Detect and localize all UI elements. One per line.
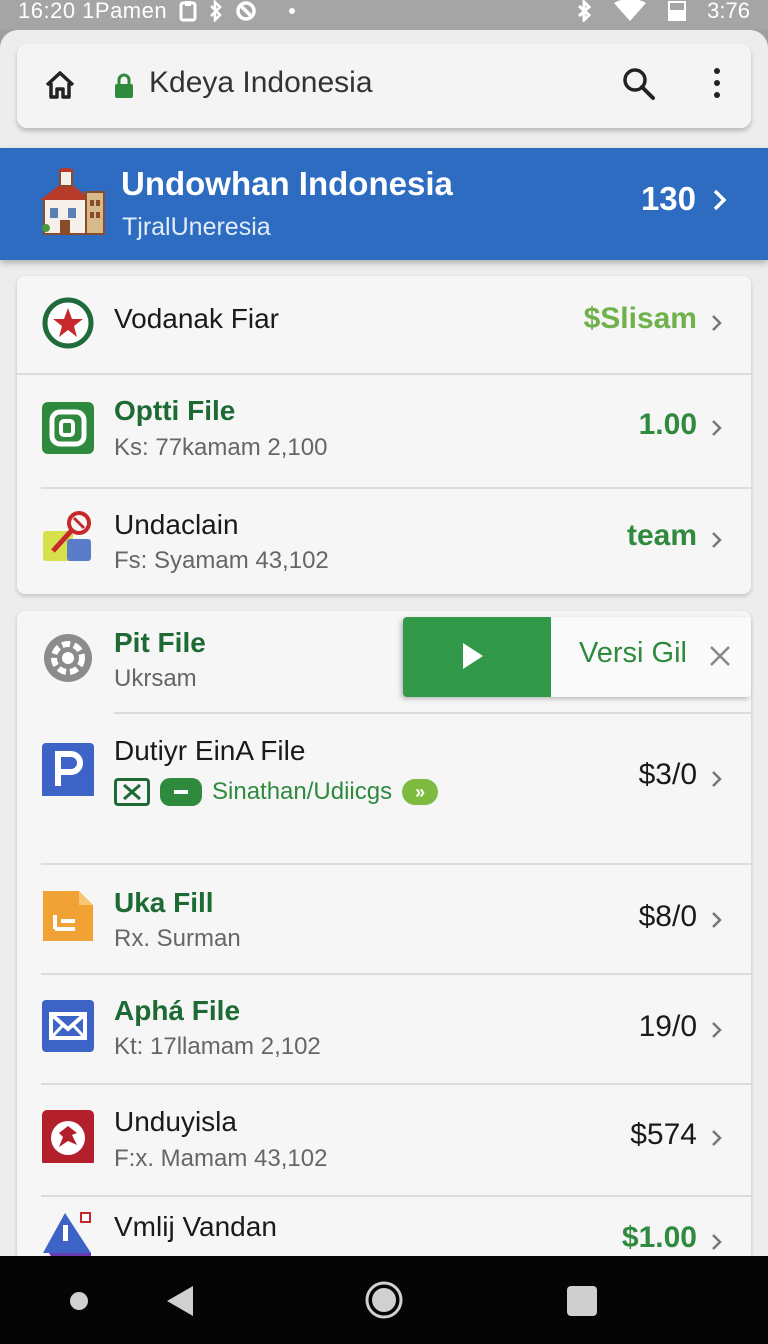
gear-icon (44, 634, 92, 682)
red-badge-icon (42, 1110, 94, 1163)
item-title: Undaclain (114, 509, 239, 540)
banner-subtitle: TjralUneresia (122, 213, 271, 241)
list-item[interactable]: Dutiyr EinA File Sinathan/Udiicgs » $3/0 (17, 714, 751, 832)
version-label[interactable]: Versi Gil (579, 637, 687, 670)
item-title: Pit File (114, 627, 206, 658)
close-icon[interactable] (709, 645, 731, 667)
swipe-action-panel: Versi Gil (403, 617, 751, 697)
key-icon (43, 511, 91, 561)
item-title: Dutiyr EinA File (114, 735, 306, 766)
header-banner[interactable]: Undowhan Indonesia TjralUneresia 130 (0, 148, 768, 260)
bluetooth-icon (578, 0, 592, 22)
document-icon (43, 891, 93, 941)
green-square-icon (42, 402, 94, 454)
list-item[interactable]: Uka Fill Rx. Surman $8/0 (17, 865, 751, 973)
chevron-right-icon[interactable] (712, 188, 728, 212)
item-subtitle: F:x. Mamam 43,102 (114, 1145, 328, 1172)
blocked-icon (236, 1, 256, 21)
fast-forward-icon[interactable]: » (402, 779, 439, 805)
chevron-right-icon (712, 912, 722, 928)
lock-icon (115, 73, 133, 98)
address-title[interactable]: Kdeya Indonesia (149, 66, 373, 100)
chevron-right-icon (712, 1022, 722, 1038)
system-navigation-bar (0, 1256, 768, 1344)
chevron-right-icon (712, 1130, 722, 1146)
card-primary-list: Vodanak Fiar $Slisam Optti File Ks: 77ka… (17, 276, 751, 594)
chevron-right-icon (712, 532, 722, 548)
search-icon[interactable] (621, 66, 657, 102)
item-subtitle: Ukrsam (114, 665, 197, 692)
swiped-list-item[interactable]: Pit File Ukrsam Versi Gil (17, 611, 751, 713)
item-value: 1.00 (638, 408, 697, 441)
banner-title: Undowhan Indonesia (121, 165, 453, 202)
wifi-icon (614, 0, 647, 21)
status-dot-icon (289, 8, 296, 14)
item-subtitle: Fs: Syamam 43,102 (114, 547, 329, 574)
tag-group: Sinathan/Udiicgs » (114, 778, 439, 806)
tag-text: Sinathan/Udiicgs (212, 778, 393, 805)
list-item[interactable]: Optti File Ks: 77kamam 2,100 1.00 (17, 375, 751, 487)
card-file-list: Pit File Ukrsam Versi Gil Dutiyr EinA Fi… (17, 611, 751, 1256)
mail-icon (42, 1000, 94, 1052)
item-title: Vmlij Vandan (114, 1211, 277, 1242)
banner-count: 130 (640, 180, 696, 217)
status-clock: 3:76 (707, 0, 750, 23)
battery-icon (668, 1, 687, 21)
item-title: Vodanak Fiar (114, 303, 279, 334)
browser-page: Kdeya Indonesia Undowhan Indonesia Tjral… (0, 30, 768, 1256)
p-icon (42, 743, 94, 796)
assistant-dot-icon[interactable] (70, 1292, 88, 1310)
home-button-icon[interactable] (364, 1280, 404, 1320)
back-icon[interactable] (165, 1284, 195, 1318)
item-title: Optti File (114, 395, 236, 426)
building-logo-icon (40, 168, 105, 235)
red-star-circle-icon (42, 297, 94, 349)
item-title: Unduyisla (114, 1106, 237, 1137)
chevron-right-icon (712, 771, 722, 787)
home-icon[interactable] (43, 68, 77, 102)
chevron-right-icon (712, 315, 722, 331)
address-bar[interactable]: Kdeya Indonesia (17, 44, 751, 128)
play-icon (463, 643, 483, 669)
item-subtitle: Kt: 17llamam 2,102 (114, 1033, 321, 1060)
item-value: $Slisam (583, 302, 697, 335)
list-item[interactable]: Vmlij Vandan $1.00 (17, 1197, 751, 1256)
item-value: 19/0 (638, 1010, 697, 1043)
clipboard-icon (179, 1, 197, 22)
chevron-right-icon (712, 1234, 722, 1250)
item-value: $8/0 (638, 900, 697, 933)
item-subtitle: Rx. Surman (114, 925, 241, 952)
list-item[interactable]: Unduyisla F:x. Mamam 43,102 $574 (17, 1085, 751, 1195)
list-item[interactable]: Vodanak Fiar $Slisam (17, 276, 751, 374)
status-bar: 16:20 1Pamen 3:76 (0, 0, 768, 30)
item-title: Aphá File (114, 995, 241, 1026)
item-value: $3/0 (638, 758, 697, 791)
checkbox-x-icon[interactable] (114, 778, 150, 806)
status-time: 16:20 1Pamen (18, 0, 168, 23)
item-subtitle: Ks: 77kamam 2,100 (114, 434, 328, 461)
list-item[interactable]: Aphá File Kt: 17llamam 2,102 19/0 (17, 975, 751, 1083)
item-value: team (626, 519, 697, 552)
play-button[interactable] (403, 617, 551, 697)
item-value: $1.00 (621, 1221, 697, 1254)
item-title: Uka Fill (114, 887, 214, 918)
list-item[interactable]: Undaclain Fs: Syamam 43,102 team (17, 489, 751, 594)
bluetooth-icon (210, 0, 222, 22)
item-value: $574 (630, 1118, 697, 1151)
minus-badge-icon[interactable] (160, 778, 202, 806)
recent-apps-icon[interactable] (567, 1286, 597, 1316)
warning-triangle-icon (43, 1212, 91, 1256)
chevron-right-icon (712, 420, 722, 436)
more-vert-icon[interactable] (711, 66, 723, 102)
